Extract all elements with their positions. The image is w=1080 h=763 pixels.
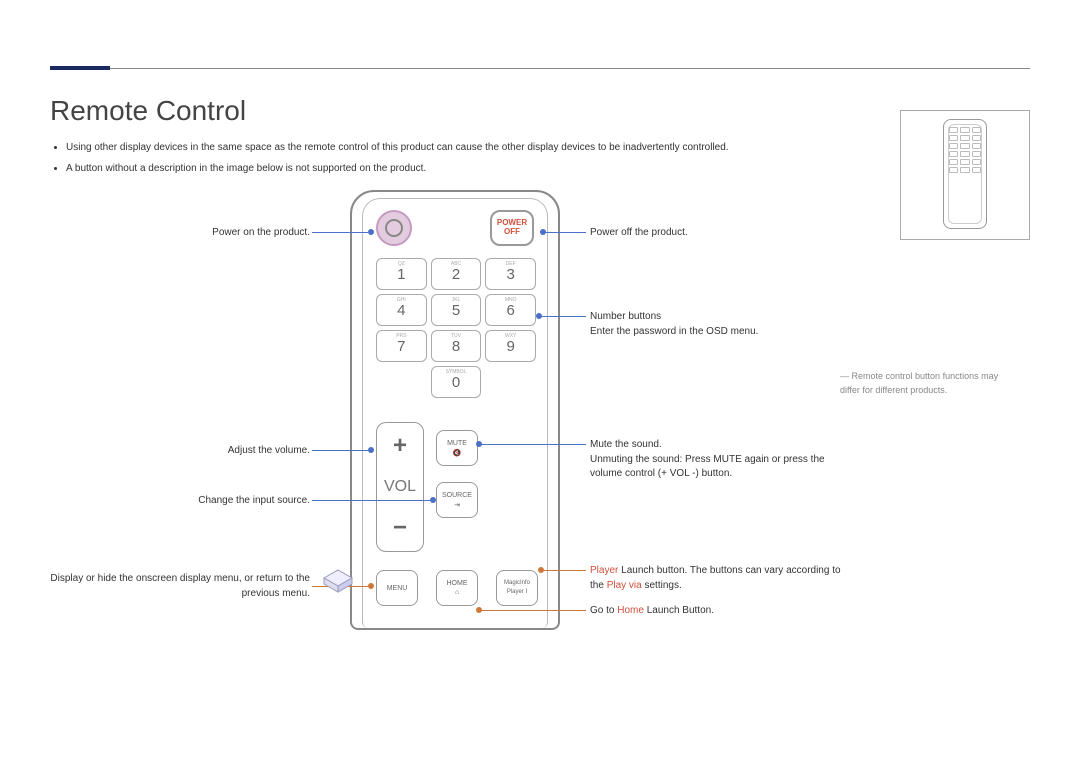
magic-l2: Player I <box>507 589 527 596</box>
thumbnail-frame <box>900 110 1030 240</box>
dot-home <box>476 607 482 613</box>
dot-volume <box>368 447 374 453</box>
key-0[interactable]: SYMBOL0 <box>431 366 481 398</box>
dot-numbers <box>536 313 542 319</box>
callout-home: Go to Home Launch Button. <box>590 604 850 619</box>
leader-source <box>312 500 430 501</box>
leader-mute <box>480 444 586 445</box>
key-1[interactable]: QZ1 <box>376 258 427 290</box>
callout-numbers: Number buttons Enter the password in the… <box>590 310 850 339</box>
magic-l1: MagicInfo <box>504 580 530 587</box>
mute-button[interactable]: MUTE 🔇 <box>436 430 478 466</box>
source-label: SOURCE <box>442 492 472 499</box>
playvia-kw: Play via <box>607 580 642 591</box>
remote-diagram: Power on the product. Adjust the volume.… <box>50 190 870 650</box>
key-9[interactable]: WXY9 <box>485 330 536 362</box>
source-icon: ⇥ <box>454 501 460 509</box>
leader-volume <box>312 450 368 451</box>
home-label: HOME <box>447 580 468 587</box>
remote-body: POWER OFF QZ1 ABC2 DEF3 GHI4 JKL5 MNO6 P… <box>350 190 560 630</box>
dot-player <box>538 567 544 573</box>
key-5[interactable]: JKL5 <box>431 294 482 326</box>
dot-mute <box>476 441 482 447</box>
power-button[interactable] <box>376 210 412 246</box>
key-8[interactable]: TUV8 <box>431 330 482 362</box>
leader-power-off <box>544 232 586 233</box>
poweroff-l2: OFF <box>504 228 520 237</box>
home-t1: Go to <box>590 605 617 616</box>
dot-power-on <box>368 229 374 235</box>
leader-player <box>542 570 586 571</box>
mute-key: MUTE <box>713 454 741 465</box>
bullet-1: Using other display devices in the same … <box>66 139 1030 156</box>
callout-power-on: Power on the product. <box>50 226 310 241</box>
player-kw: Player <box>590 565 618 576</box>
thumbnail-grid <box>949 127 981 173</box>
mute-icon: 🔇 <box>453 449 462 457</box>
home-kw: Home <box>617 605 644 616</box>
dot-power-off <box>540 229 546 235</box>
decor-cube-icon <box>320 568 356 594</box>
leader-numbers <box>540 316 586 317</box>
volume-rocker[interactable]: + VOL − <box>376 422 424 552</box>
callout-source: Change the input source. <box>50 494 310 509</box>
dot-menu <box>368 583 374 589</box>
vol-minus-icon: − <box>393 514 407 542</box>
number-pad: QZ1 ABC2 DEF3 GHI4 JKL5 MNO6 PRS7 TUV8 W… <box>376 258 536 398</box>
leader-home <box>480 610 586 611</box>
key-3[interactable]: DEF3 <box>485 258 536 290</box>
mute-title: Mute the sound. <box>590 439 662 450</box>
dot-source <box>430 497 436 503</box>
menu-button[interactable]: MENU <box>376 570 418 606</box>
numbers-title: Number buttons <box>590 311 661 322</box>
key-6[interactable]: MNO6 <box>485 294 536 326</box>
source-button[interactable]: SOURCE ⇥ <box>436 482 478 518</box>
player-t4: settings. <box>642 580 682 591</box>
vol-label: VOL <box>384 478 416 496</box>
magicinfo-button[interactable]: MagicInfo Player I <box>496 570 538 606</box>
home-icon: ⌂ <box>455 589 459 596</box>
callout-power-off: Power off the product. <box>590 226 850 241</box>
key-7[interactable]: PRS7 <box>376 330 427 362</box>
mute-label: MUTE <box>447 440 467 447</box>
power-off-button[interactable]: POWER OFF <box>490 210 534 246</box>
leader-power-on <box>312 232 368 233</box>
page-title: Remote Control <box>50 95 1030 127</box>
callout-mute: Mute the sound. Unmuting the sound: Pres… <box>590 438 850 482</box>
header-accent <box>50 66 110 70</box>
key-4[interactable]: GHI4 <box>376 294 427 326</box>
menu-label: MENU <box>387 585 408 592</box>
vol-plus-icon: + <box>393 432 407 460</box>
mute-body1: Unmuting the sound: Press <box>590 454 713 465</box>
key-2[interactable]: ABC2 <box>431 258 482 290</box>
bullet-2: A button without a description in the im… <box>66 160 1030 177</box>
warning-bullets: Using other display devices in the same … <box>66 139 1030 177</box>
home-button[interactable]: HOME ⌂ <box>436 570 478 606</box>
header-rule <box>50 68 1030 69</box>
numbers-body: Enter the password in the OSD menu. <box>590 326 758 337</box>
callout-volume: Adjust the volume. <box>50 444 310 459</box>
callout-menu: Display or hide the onscreen display men… <box>50 572 310 601</box>
callout-player: Player Launch button. The buttons can va… <box>590 564 850 593</box>
home-t3: Launch Button. <box>644 605 714 616</box>
